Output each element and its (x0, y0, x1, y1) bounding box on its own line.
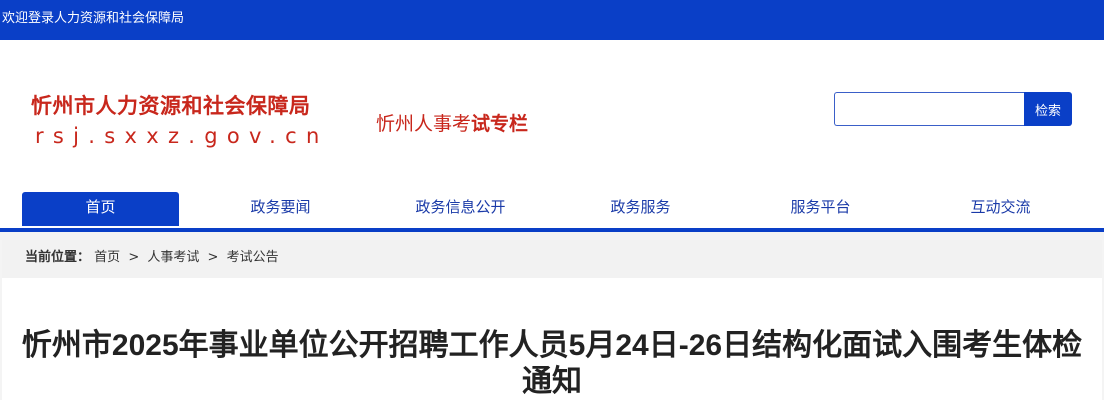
top-welcome-bar: 欢迎登录人力资源和社会保障局 (0, 0, 1104, 40)
nav-item-gov-service[interactable]: 政务服务 (562, 192, 719, 226)
main-nav: 首页 政务要闻 政务信息公开 政务服务 服务平台 互动交流 (0, 188, 1104, 233)
article-title: 忻州市2025年事业单位公开招聘工作人员5月24日-26日结构化面试入围考生体检… (21, 329, 1083, 398)
site-header: 忻州市人力资源和社会保障局 rsj.sxxz.gov.cn 忻州人事考试专栏 检… (0, 40, 1104, 180)
article-panel: 忻州市2025年事业单位公开招聘工作人员5月24日-26日结构化面试入围考生体检… (2, 278, 1102, 400)
site-logo-url[interactable]: rsj.sxxz.gov.cn (35, 124, 329, 148)
breadcrumb-separator: > (207, 250, 219, 265)
breadcrumb-label: 当前位置： (25, 250, 91, 265)
nav-item-info-disclosure[interactable]: 政务信息公开 (382, 192, 539, 226)
exam-column-title: 忻州人事考试专栏 (376, 109, 528, 136)
search-button[interactable]: 检索 (1024, 92, 1072, 126)
column-title-bold: 试专栏 (471, 113, 529, 135)
site-logo-name[interactable]: 忻州市人力资源和社会保障局 (31, 90, 311, 120)
search-input[interactable] (834, 92, 1026, 126)
breadcrumb-home[interactable]: 首页 (94, 250, 120, 265)
search-box: 检索 (834, 92, 1072, 126)
welcome-text: 欢迎登录人力资源和社会保障局 (2, 11, 185, 26)
nav-item-home[interactable]: 首页 (22, 192, 179, 226)
column-title-prefix: 忻州人事考 (376, 113, 472, 135)
breadcrumb-exam-notice[interactable]: 考试公告 (227, 250, 279, 265)
breadcrumb-personnel-exam[interactable]: 人事考试 (147, 250, 199, 265)
nav-item-service-platform[interactable]: 服务平台 (742, 192, 899, 226)
nav-item-interaction[interactable]: 互动交流 (922, 192, 1079, 226)
breadcrumb-separator: > (128, 250, 140, 265)
breadcrumb: 当前位置： 首页 > 人事考试 > 考试公告 (2, 240, 1102, 278)
nav-item-news[interactable]: 政务要闻 (202, 192, 359, 226)
